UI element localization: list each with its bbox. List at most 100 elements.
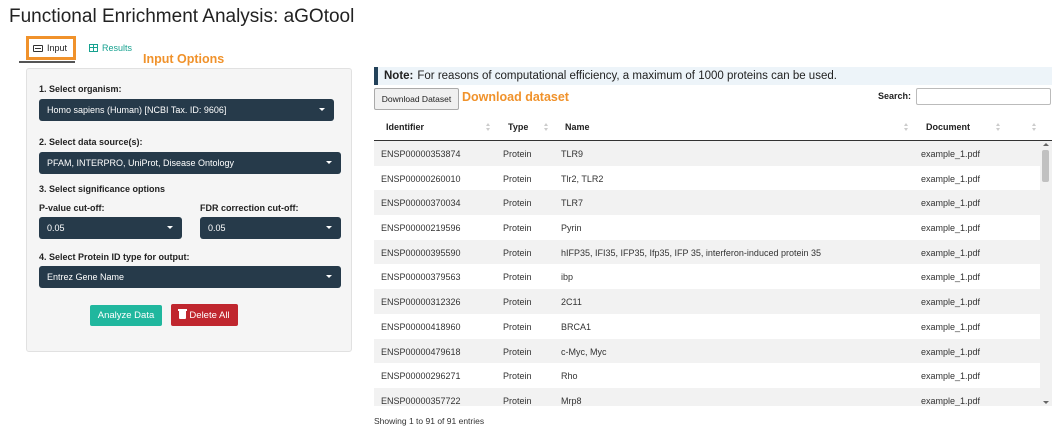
download-dataset-annotation: Download dataset xyxy=(462,90,569,104)
scroll-up-arrow-icon[interactable] xyxy=(1043,143,1049,146)
pvalue-select[interactable]: 0.05 xyxy=(39,217,182,239)
table-row[interactable]: ENSP00000260010 Protein Tlr2, TLR2 example_… xyxy=(374,166,1040,191)
results-table: Identifier Type Name Document ENSP000003… xyxy=(374,114,1052,406)
pvalue-select-value: 0.05 xyxy=(47,223,65,233)
tab-results-label: Results xyxy=(102,43,133,53)
cell-document: example_1.pdf xyxy=(921,321,981,332)
cell-identifier: ENSP00000312326 xyxy=(381,297,461,308)
cell-document: example_1.pdf xyxy=(921,272,981,283)
cell-type: Protein xyxy=(503,149,532,159)
cell-name: Rho xyxy=(561,371,578,382)
cell-document: example_1.pdf xyxy=(921,371,981,382)
cell-type: Protein xyxy=(503,395,532,406)
organism-select[interactable]: Homo sapiens (Human) [NCBI Tax. ID: 9606… xyxy=(39,99,334,121)
table-row[interactable]: ENSP00000395590 Protein hIFP35, IFI35, IFP… xyxy=(374,239,1040,265)
pvalue-label: P-value cut-off: xyxy=(39,203,105,213)
cell-document: example_1.pdf xyxy=(921,346,981,357)
sort-icon xyxy=(996,123,1000,132)
input-options-annotation: Input Options xyxy=(143,52,225,66)
cell-type: Protein xyxy=(503,223,532,234)
scrollbar-thumb[interactable] xyxy=(1042,150,1049,182)
fdr-select[interactable]: 0.05 xyxy=(200,217,341,239)
table-row[interactable]: ENSP00000370034 Protein TLR7 example_1.pdf xyxy=(374,190,1040,216)
trash-icon xyxy=(178,309,188,319)
table-row[interactable]: ENSP00000353874 Protein TLR9 example_1.pdf xyxy=(374,141,1040,166)
table-row[interactable]: ENSP00000479618 Protein c-Myc, Myc example_… xyxy=(374,338,1040,364)
header-identifier[interactable]: Identifier xyxy=(386,122,424,132)
sort-icon xyxy=(1032,123,1036,132)
chevron-down-icon xyxy=(326,226,332,229)
cell-name: hIFP35, IFI35, IFP35, Ifp35, IFP 35, int… xyxy=(561,247,821,258)
table-icon xyxy=(89,44,98,52)
significance-label: 3. Select significance options xyxy=(39,184,166,194)
table-row[interactable]: ENSP00000219596 Protein Pyrin example_1.pdf xyxy=(374,215,1040,240)
source-select[interactable]: PFAM, INTERPRO, UniProt, Disease Ontolog… xyxy=(39,152,341,174)
cell-type: Protein xyxy=(503,198,532,209)
cell-type: Protein xyxy=(503,371,532,382)
tab-results[interactable]: Results xyxy=(89,36,132,60)
table-header: Identifier Type Name Document xyxy=(374,114,1052,141)
header-type[interactable]: Type xyxy=(508,122,528,132)
cell-type: Protein xyxy=(503,321,532,332)
cell-name: BRCA1 xyxy=(561,321,592,332)
cell-name: TLR9 xyxy=(561,149,584,159)
table-row[interactable]: ENSP00000296271 Protein Rho example_1.pdf xyxy=(374,363,1040,388)
sort-icon xyxy=(486,123,490,132)
table-row[interactable]: ENSP00000418960 Protein BRCA1 example_1.pdf xyxy=(374,314,1040,339)
chevron-down-icon xyxy=(167,226,173,229)
page-title: Functional Enrichment Analysis: aGOtool xyxy=(9,6,355,27)
cell-identifier: ENSP00000353874 xyxy=(381,149,461,159)
fdr-label: FDR correction cut-off: xyxy=(200,203,299,213)
cell-identifier: ENSP00000357722 xyxy=(381,395,461,406)
chevron-down-icon xyxy=(319,108,325,111)
cell-document: example_1.pdf xyxy=(921,223,981,234)
cell-identifier: ENSP00000379563 xyxy=(381,272,461,283)
source-label: 2. Select data source(s): xyxy=(39,137,143,147)
note-prefix: Note: xyxy=(384,70,414,82)
cell-identifier: ENSP00000418960 xyxy=(381,321,461,332)
chevron-down-icon xyxy=(326,161,332,164)
header-document[interactable]: Document xyxy=(926,122,970,132)
cell-name: 2C11 xyxy=(561,297,582,308)
tab-input-label: Input xyxy=(47,43,68,53)
cell-name: c-Myc, Myc xyxy=(561,346,607,357)
sort-icon xyxy=(544,123,548,132)
active-tab-indicator xyxy=(19,61,75,63)
table-scrollbar[interactable] xyxy=(1040,141,1052,406)
fdr-select-value: 0.05 xyxy=(208,223,226,233)
download-dataset-button[interactable]: Download Dataset xyxy=(374,88,459,110)
header-name[interactable]: Name xyxy=(565,122,590,132)
search-input[interactable] xyxy=(916,88,1051,105)
sort-icon xyxy=(904,123,908,132)
delete-all-button[interactable]: Delete All xyxy=(171,304,238,326)
cell-document: example_1.pdf xyxy=(921,149,981,159)
tab-bar: Input Results xyxy=(19,36,159,64)
cell-name: Tlr2, TLR2 xyxy=(561,173,604,184)
idtype-label: 4. Select Protein ID type for output: xyxy=(39,252,190,262)
table-row[interactable]: ENSP00000357722 Protein Mrp8 example_1.pdf xyxy=(374,387,1040,406)
cell-name: TLR7 xyxy=(561,198,584,209)
cell-identifier: ENSP00000395590 xyxy=(381,247,461,258)
cell-document: example_1.pdf xyxy=(921,247,981,258)
cell-type: Protein xyxy=(503,346,532,357)
table-row[interactable]: ENSP00000312326 Protein 2C11 example_1.pdf xyxy=(374,289,1040,314)
table-row[interactable]: ENSP00000379563 Protein ibp example_1.pdf xyxy=(374,264,1040,289)
cell-document: example_1.pdf xyxy=(921,297,981,308)
scroll-down-arrow-icon[interactable] xyxy=(1043,401,1049,404)
input-panel: 1. Select organism: Homo sapiens (Human)… xyxy=(26,68,352,352)
table-body: ENSP00000353874 Protein TLR9 example_1.pdf E… xyxy=(374,141,1040,406)
cell-type: Protein xyxy=(503,173,532,184)
cell-identifier: ENSP00000260010 xyxy=(381,173,461,184)
cell-document: example_1.pdf xyxy=(921,173,981,184)
cell-identifier: ENSP00000479618 xyxy=(381,346,461,357)
cell-type: Protein xyxy=(503,272,532,283)
delete-all-label: Delete All xyxy=(189,309,230,321)
cell-document: example_1.pdf xyxy=(921,198,981,209)
note-banner: Note: For reasons of computational effic… xyxy=(374,67,1052,85)
analyze-data-button[interactable]: Analyze Data xyxy=(90,305,162,326)
cell-name: ibp xyxy=(561,272,574,283)
idtype-select[interactable]: Entrez Gene Name xyxy=(39,266,341,288)
source-select-value: PFAM, INTERPRO, UniProt, Disease Ontolog… xyxy=(47,158,235,168)
tab-input[interactable]: Input xyxy=(26,36,76,60)
keyboard-icon xyxy=(33,44,43,52)
